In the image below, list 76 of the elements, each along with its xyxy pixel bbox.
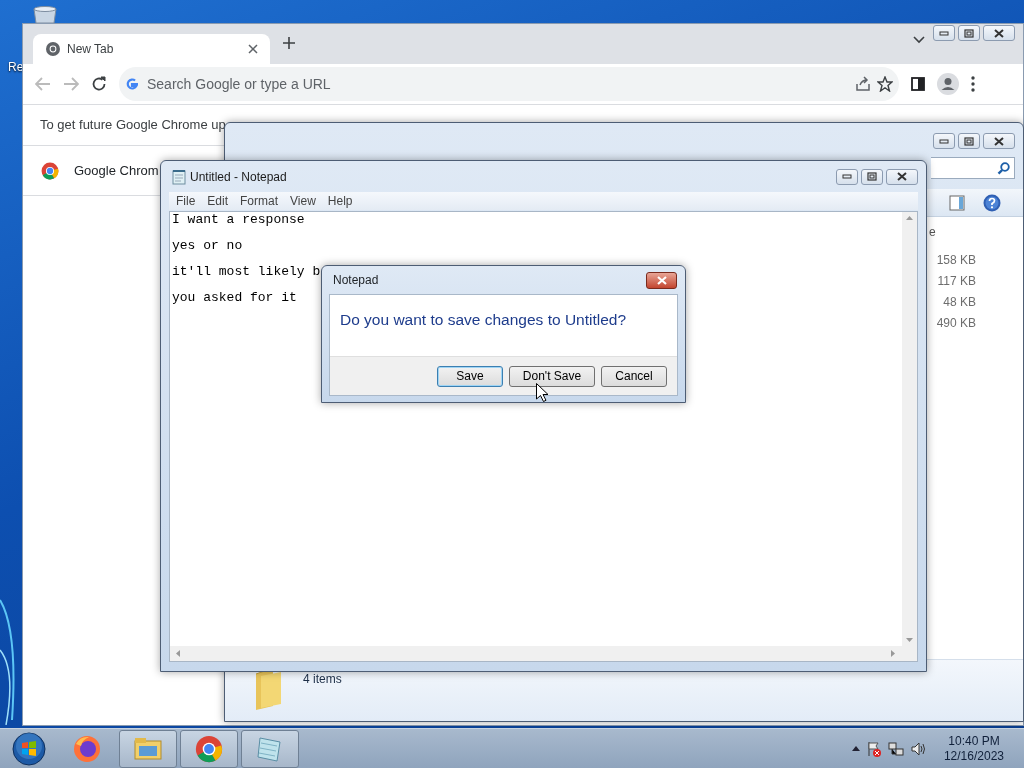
minimize-button[interactable]: [836, 168, 858, 185]
close-icon[interactable]: [248, 44, 258, 54]
desktop-icon-label: Re: [8, 59, 24, 76]
dialog-button[interactable]: Don't Save: [509, 365, 595, 387]
search-field[interactable]: [931, 157, 1015, 179]
text-line: you asked for it: [172, 289, 297, 307]
star-icon[interactable]: [877, 76, 893, 92]
text-line: yes or no: [172, 237, 243, 255]
taskbar-app-button[interactable]: [119, 729, 177, 768]
file-size: 48 KB: [943, 295, 976, 310]
start-button[interactable]: [12, 731, 46, 766]
dialog-message: Do you want to save changes to Untitled?: [340, 311, 627, 328]
clock-time[interactable]: 10:40 PM: [943, 733, 1004, 749]
taskbar-app-button[interactable]: [180, 729, 238, 768]
chrome-icon: [194, 733, 224, 764]
shortcut-label[interactable]: Google Chrom: [74, 160, 159, 181]
help-icon[interactable]: [983, 193, 1001, 212]
google-icon: [125, 77, 139, 91]
file-size: 158 KB: [936, 253, 976, 268]
network-icon[interactable]: [887, 740, 904, 757]
file-size: 117 KB: [937, 274, 976, 289]
chrome-icon: [41, 161, 59, 180]
share-icon[interactable]: [855, 76, 871, 92]
address-field[interactable]: Search Google or type a URL: [145, 72, 849, 96]
clock-date[interactable]: 12/16/2023: [943, 748, 1004, 764]
chrome-icon: [45, 41, 61, 57]
close-icon: [993, 135, 1005, 147]
maximize-button[interactable]: [861, 168, 883, 185]
menu-item[interactable]: View: [290, 192, 316, 210]
dialog-button[interactable]: Cancel: [601, 365, 667, 387]
taskbar-app-button[interactable]: [241, 729, 299, 768]
text-line: I want a response: [172, 211, 305, 229]
side-panel-icon[interactable]: [911, 77, 925, 91]
file-size: 490 KB: [936, 316, 976, 331]
browser-tab[interactable]: New Tab: [33, 34, 270, 64]
menu-item[interactable]: File: [176, 192, 196, 210]
new-tab-icon[interactable]: [282, 36, 296, 50]
menu-item[interactable]: Format: [240, 192, 279, 210]
profile-icon[interactable]: [937, 73, 959, 95]
dialog-button[interactable]: Save: [437, 365, 503, 387]
menu-item[interactable]: Help: [327, 192, 353, 210]
close-button[interactable]: [983, 133, 1015, 149]
infobar-message: To get future Google Chrome up: [40, 116, 226, 135]
cursor-icon: [536, 383, 548, 402]
close-icon: [993, 27, 1005, 39]
close-button[interactable]: [886, 168, 918, 185]
minimize-button[interactable]: [933, 25, 955, 41]
minimize-button[interactable]: [933, 133, 955, 149]
close-button[interactable]: [646, 271, 677, 289]
item-count: 4 items: [303, 671, 342, 688]
dialog-title: Notepad: [333, 273, 379, 287]
maximize-icon: [963, 135, 975, 147]
action-center-flag-icon[interactable]: [865, 740, 882, 757]
maximize-icon: [963, 27, 975, 39]
reload-icon[interactable]: [91, 76, 107, 92]
close-icon: [655, 274, 668, 286]
chevron-down-icon[interactable]: [913, 36, 925, 44]
show-hidden-icons-icon[interactable]: [851, 746, 860, 751]
close-button[interactable]: [983, 25, 1015, 41]
notepad-icon: [171, 168, 187, 185]
maximize-button[interactable]: [958, 133, 980, 149]
address-bar[interactable]: Search Google or type a URL: [119, 67, 899, 101]
volume-icon[interactable]: [909, 740, 926, 757]
minimize-icon: [841, 171, 853, 182]
text-line: it'll most likely b: [172, 263, 321, 281]
window-title: Untitled - Notepad: [190, 169, 287, 184]
menu-icon[interactable]: [971, 76, 975, 92]
search-icon: [997, 161, 1010, 175]
close-icon: [896, 171, 908, 182]
column-header[interactable]: e: [929, 223, 936, 239]
maximize-button[interactable]: [958, 25, 980, 41]
browser-icon: [72, 733, 102, 764]
maximize-icon: [866, 171, 878, 182]
recycle-bin-icon: [32, 6, 58, 23]
preview-pane-icon[interactable]: [949, 194, 965, 211]
menu-item[interactable]: Edit: [207, 192, 229, 210]
